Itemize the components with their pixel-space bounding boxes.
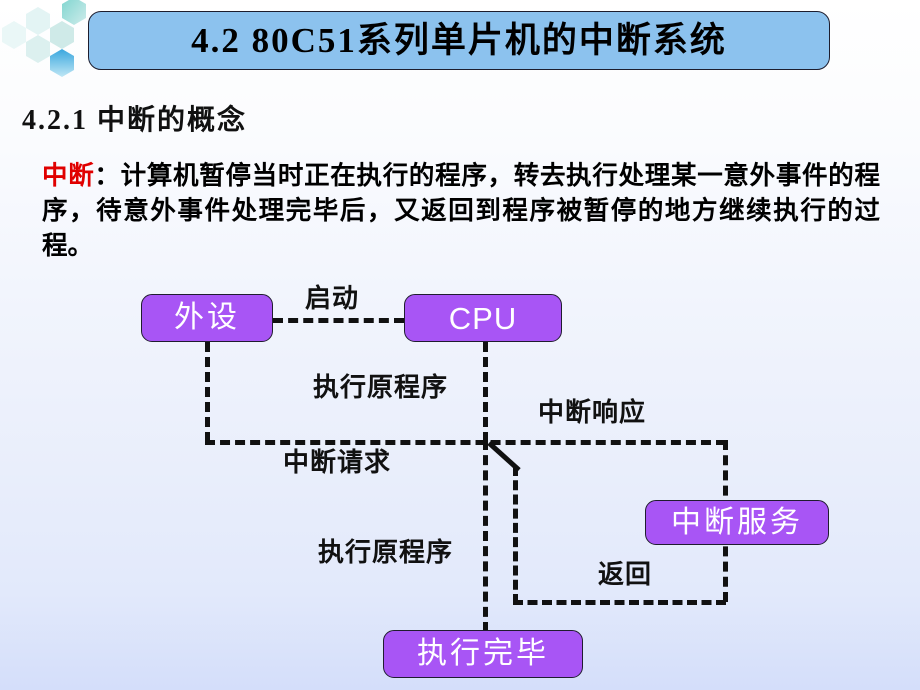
edge-fanhui-line (513, 600, 726, 605)
edge-finish-down-line (483, 440, 488, 632)
diagram-node-execution-finished[interactable]: 执行完毕 (383, 630, 583, 678)
definition-keyword: 中断 (42, 161, 95, 190)
diagram-node-cpu[interactable]: CPU (404, 294, 562, 342)
edge-label-zhongduan-request: 中断请求 (283, 448, 392, 477)
edge-label-fanhui: 返回 (598, 560, 653, 589)
diagram-node-interrupt-service-label: 中断服务 (671, 505, 803, 539)
slide-title-banner: 4.2 80C51系列单片机的中断系统 (88, 11, 830, 70)
diagram-node-waishe-label: 外设 (174, 301, 240, 334)
slide-canvas: 4.2 80C51系列单片机的中断系统 4.2.1 中断的概念 中断：计算机暂停… (0, 0, 920, 690)
edge-waishe-down-line (205, 342, 210, 442)
edge-label-qidong: 启动 (305, 284, 360, 313)
definition-paragraph: 中断：计算机暂停当时正在执行的程序，转去执行处理某一意外事件的程序，待意外事件处… (42, 158, 880, 264)
diagram-node-execution-finished-label: 执行完毕 (417, 637, 549, 670)
edge-label-zhongduan-response: 中断响应 (538, 398, 647, 427)
edge-cpu-down-line (483, 342, 488, 442)
edge-request-response-line (205, 440, 726, 445)
edge-label-exec-orig-1: 执行原程序 (313, 373, 449, 402)
diagram-node-waishe[interactable]: 外设 (141, 294, 273, 342)
flow-break-mark-icon (487, 441, 521, 472)
definition-body: 计算机暂停当时正在执行的程序，转去执行处理某一意外事件的程序，待意外事件处理完毕… (42, 161, 880, 261)
edge-inner-return-line (513, 466, 518, 604)
diagram-node-interrupt-service[interactable]: 中断服务 (645, 500, 829, 545)
slide-title-text: 4.2 80C51系列单片机的中断系统 (191, 21, 727, 60)
edge-qidong-line (273, 318, 404, 323)
section-heading: 4.2.1 中断的概念 (22, 105, 248, 136)
edge-label-exec-orig-2: 执行原程序 (318, 538, 454, 567)
diagram-node-cpu-label: CPU (448, 300, 518, 336)
edge-service-right-line (723, 440, 728, 602)
definition-colon: ： (94, 161, 121, 190)
